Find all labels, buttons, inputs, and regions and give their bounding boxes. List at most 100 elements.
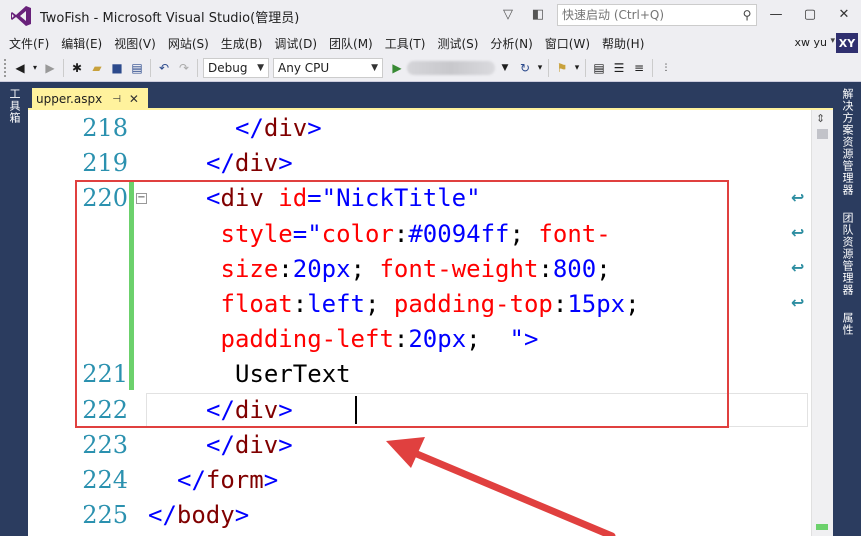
code-token: padding-top bbox=[393, 290, 553, 318]
undo-icon[interactable]: ↶ bbox=[154, 58, 174, 78]
navigate-forward-icon[interactable]: ▶ bbox=[40, 58, 60, 78]
start-debugging-play-icon[interactable]: ▶ bbox=[387, 58, 407, 78]
line-number: 224 bbox=[82, 466, 128, 494]
quick-launch-input[interactable] bbox=[558, 8, 738, 22]
team-explorer-tab[interactable]: 团队资源管理器 bbox=[839, 212, 855, 296]
menu-build[interactable]: 生成(B) bbox=[218, 35, 272, 52]
user-menu-chevron-down-icon[interactable]: ▾ bbox=[830, 36, 835, 46]
menu-team[interactable]: 团队(M) bbox=[326, 35, 382, 52]
menu-help[interactable]: 帮助(H) bbox=[599, 35, 653, 52]
search-icon[interactable]: ⚲ bbox=[738, 8, 756, 22]
collapse-outline-icon[interactable]: − bbox=[136, 193, 147, 204]
code-token: body bbox=[176, 501, 235, 530]
save-all-icon[interactable]: ▤ bbox=[127, 58, 147, 78]
save-icon[interactable]: ■ bbox=[107, 58, 127, 78]
user-name[interactable]: xw yu bbox=[795, 36, 827, 49]
chevron-down-icon[interactable]: ▾ bbox=[535, 58, 545, 78]
visual-studio-logo-icon bbox=[11, 6, 31, 26]
redo-icon[interactable]: ↷ bbox=[174, 58, 194, 78]
code-token: ; bbox=[596, 254, 611, 283]
menu-file[interactable]: 文件(F) bbox=[6, 35, 58, 52]
code-token: "NickTitle" bbox=[321, 184, 481, 213]
outdent-icon[interactable]: ≡ bbox=[629, 58, 649, 78]
feedback-icon[interactable]: ◧ bbox=[530, 6, 546, 22]
code-token: : bbox=[552, 290, 568, 318]
filter-icon[interactable]: ▽ bbox=[500, 6, 516, 22]
navigate-back-icon[interactable]: ◀ bbox=[10, 58, 30, 78]
code-token: </ bbox=[177, 466, 206, 494]
code-line: float:left; padding-top:15px; bbox=[221, 290, 640, 318]
code-line: padding-left:20px; "> bbox=[221, 325, 539, 353]
left-tool-strip: 工具箱 bbox=[0, 82, 28, 536]
chevron-down-icon[interactable]: ▾ bbox=[572, 58, 582, 78]
code-token: : bbox=[278, 254, 293, 283]
menu-edit[interactable]: 编辑(E) bbox=[58, 35, 111, 52]
code-token: 800 bbox=[552, 254, 597, 283]
dropdown-chevron-down-icon[interactable]: ▾ bbox=[30, 58, 40, 78]
menu-analyze[interactable]: 分析(N) bbox=[487, 35, 541, 52]
code-token: id bbox=[278, 184, 308, 213]
solution-platform-select[interactable]: Any CPU ▼ bbox=[273, 57, 383, 78]
new-project-icon[interactable]: ✱ bbox=[67, 58, 87, 78]
menu-test[interactable]: 测试(S) bbox=[434, 35, 487, 52]
toolbar-overflow-icon[interactable]: ⋮ bbox=[656, 58, 676, 78]
solution-platform-value: Any CPU bbox=[278, 60, 330, 75]
properties-tab[interactable]: 属性 bbox=[839, 312, 855, 336]
code-token: float bbox=[220, 290, 293, 318]
solution-explorer-tab[interactable]: 解决方案资源管理器 bbox=[839, 88, 855, 196]
run-target-redacted[interactable] bbox=[407, 60, 495, 75]
code-editor[interactable]: − ↩ ↩ ↩ ↩ 218 219 220 221 222 223 224 225 </div>… bbox=[28, 110, 833, 536]
line-number: 225 bbox=[82, 501, 128, 530]
avatar[interactable]: XY bbox=[836, 33, 858, 53]
vertical-scrollbar[interactable]: ⇕ bbox=[811, 110, 833, 536]
line-number: 221 bbox=[82, 360, 128, 389]
toolbar-separator bbox=[585, 58, 586, 77]
code-token: div bbox=[220, 184, 264, 213]
line-number: 219 bbox=[82, 149, 128, 178]
toolbar-separator bbox=[652, 58, 653, 77]
split-window-icon[interactable]: ⇕ bbox=[816, 112, 825, 125]
code-token: UserText bbox=[235, 360, 351, 389]
pin-icon[interactable]: ⊣ bbox=[112, 94, 121, 105]
restore-button[interactable]: ▢ bbox=[793, 0, 827, 28]
code-token: size bbox=[220, 254, 279, 283]
code-token: 15px bbox=[567, 290, 626, 318]
chevron-down-icon[interactable]: ▼ bbox=[495, 58, 515, 78]
scroll-thumb[interactable] bbox=[817, 129, 828, 139]
code-token: < bbox=[206, 184, 221, 213]
code-token: </ bbox=[206, 430, 235, 459]
code-token: ; bbox=[625, 290, 640, 318]
minimize-button[interactable]: — bbox=[759, 0, 793, 28]
indent-icon[interactable]: ☰ bbox=[609, 58, 629, 78]
menu-view[interactable]: 视图(V) bbox=[111, 35, 165, 52]
code-token: > bbox=[307, 114, 322, 142]
toolbox-tab[interactable]: 工具箱 bbox=[6, 88, 22, 124]
menu-tools[interactable]: 工具(T) bbox=[382, 35, 435, 52]
code-token: 20px bbox=[292, 254, 351, 283]
code-token: > bbox=[278, 430, 293, 459]
refresh-icon[interactable]: ↻ bbox=[515, 58, 535, 78]
browser-link-icon[interactable]: ⚑ bbox=[552, 58, 572, 78]
menu-debug[interactable]: 调试(D) bbox=[271, 35, 326, 52]
line-number: 222 bbox=[82, 395, 128, 424]
tab-upper-aspx[interactable]: upper.aspx ⊣ ✕ bbox=[32, 88, 148, 110]
menu-window[interactable]: 窗口(W) bbox=[542, 35, 599, 52]
quick-launch[interactable]: ⚲ bbox=[557, 4, 757, 26]
format-document-icon[interactable]: ▤ bbox=[589, 58, 609, 78]
toolbar-separator bbox=[150, 58, 151, 77]
close-button[interactable]: ✕ bbox=[827, 0, 861, 28]
word-wrap-icon: ↩ bbox=[791, 258, 805, 277]
solution-configuration-select[interactable]: Debug ▼ bbox=[203, 57, 269, 78]
close-tab-icon[interactable]: ✕ bbox=[129, 92, 139, 106]
text-caret bbox=[355, 396, 357, 424]
document-tab-bar: upper.aspx ⊣ ✕ bbox=[28, 82, 833, 110]
open-file-icon[interactable]: ▰ bbox=[87, 58, 107, 78]
menu-website[interactable]: 网站(S) bbox=[165, 35, 218, 52]
code-token: : bbox=[292, 290, 308, 318]
scroll-change-marker bbox=[816, 524, 828, 530]
code-token: > bbox=[278, 149, 293, 178]
code-token: padding-left bbox=[220, 325, 394, 354]
toolbar-separator bbox=[548, 58, 549, 77]
code-line: size:20px; font-weight:800; bbox=[221, 255, 611, 283]
title-bar: TwoFish - Microsoft Visual Studio(管理员) ▽… bbox=[0, 0, 861, 32]
